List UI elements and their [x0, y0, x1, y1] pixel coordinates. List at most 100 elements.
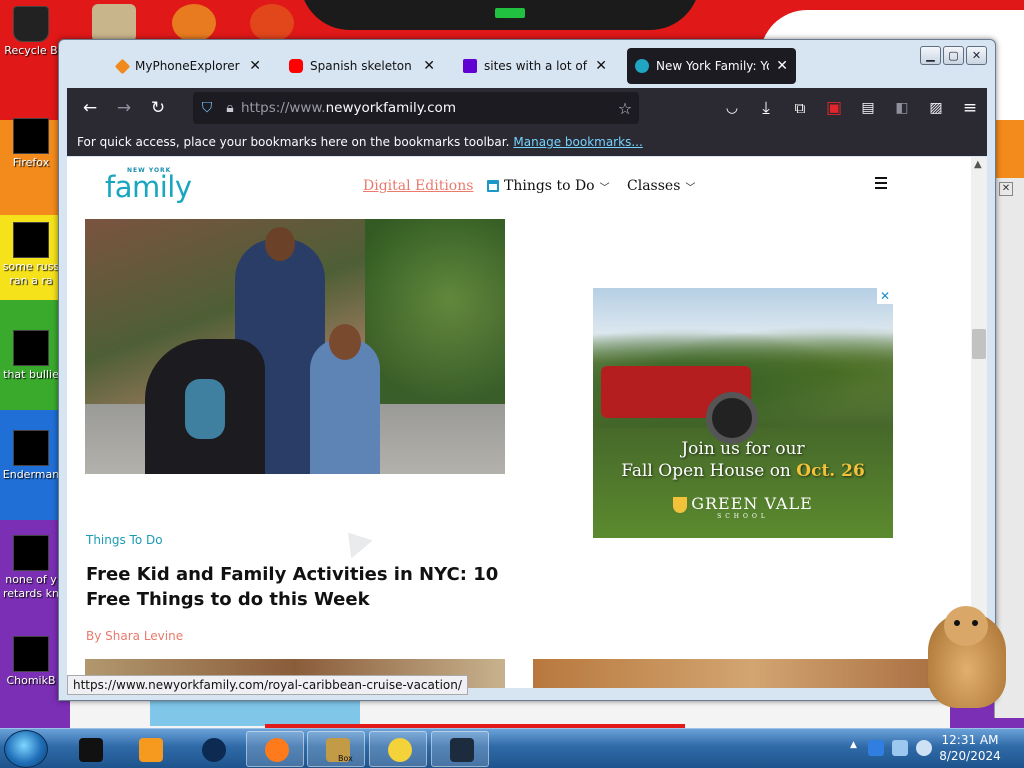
- desktop-icon-label: none of y retards kn: [3, 573, 59, 600]
- close-icon[interactable]: ✕: [423, 58, 435, 74]
- taskbar-item-firefox[interactable]: [246, 731, 304, 767]
- desktop-icon-recycle-bin[interactable]: Recycle B: [2, 6, 60, 58]
- taskbar-item-chomikbox[interactable]: Box: [307, 731, 365, 767]
- myphoneexplorer-favicon-icon: [114, 58, 131, 74]
- article-title[interactable]: Free Kid and Family Activities in NYC: 1…: [86, 562, 506, 612]
- hamburger-menu-icon[interactable]: [875, 177, 887, 189]
- tab-new-york-family[interactable]: New York Family: You ✕: [627, 48, 796, 84]
- background-window-strip-blue: [150, 700, 360, 726]
- tab-spanish-skeleton[interactable]: Spanish skeleton argu ✕: [281, 48, 443, 84]
- tray-app-icon[interactable]: [868, 740, 884, 756]
- network-icon[interactable]: [892, 740, 908, 756]
- scroll-up-icon[interactable]: ▲: [974, 159, 982, 170]
- desktop-top-icon-3[interactable]: [250, 4, 294, 42]
- downloads-icon[interactable]: ⤓: [749, 91, 783, 125]
- taskbar-item-media[interactable]: [60, 731, 118, 767]
- extension-red-icon[interactable]: ▣: [817, 91, 851, 125]
- tab-sites-with-ads[interactable]: sites with a lot of ads ✕: [455, 48, 615, 84]
- tab-title: sites with a lot of ads: [484, 59, 588, 73]
- close-icon[interactable]: ✕: [595, 58, 607, 74]
- minimize-button[interactable]: ▁: [920, 46, 941, 65]
- logo-text: family: [105, 170, 192, 204]
- url-text[interactable]: https://www.newyorkfamily.com: [239, 100, 611, 116]
- desktop-icon-label: Recycle B: [4, 44, 58, 57]
- desktop-icon-file-6[interactable]: none of y retards kn: [2, 535, 60, 601]
- page-content: NEW YORK family Digital Editions Things …: [67, 157, 971, 688]
- tractor-image: [601, 366, 758, 444]
- hamster-face: [944, 606, 988, 646]
- bookmarks-toolbar: For quick access, place your bookmarks h…: [67, 128, 987, 156]
- yahoo-favicon-icon: [463, 59, 477, 73]
- extension-gray-icon[interactable]: ◧: [885, 91, 919, 125]
- advertisement-banner[interactable]: ✕ Join us for our Fall Open House on Oct…: [593, 288, 893, 538]
- nav-digital-editions[interactable]: Digital Editions: [363, 178, 473, 194]
- ad-close-icon[interactable]: ✕: [877, 288, 893, 304]
- browser-window: MyPhoneExplorer do ✕ Spanish skeleton ar…: [58, 39, 996, 701]
- manage-bookmarks-link[interactable]: Manage bookmarks...: [513, 135, 642, 149]
- extension-clapper-icon[interactable]: ▤: [851, 91, 885, 125]
- desktop-icon-file-4[interactable]: that bullie: [2, 330, 60, 382]
- url-domain: newyorkfamily.com: [325, 100, 456, 116]
- scrollbar-thumb[interactable]: [972, 329, 986, 359]
- taskbar-item-bee[interactable]: [369, 731, 427, 767]
- nav-classes[interactable]: Classes ﹀: [627, 178, 695, 194]
- close-icon[interactable]: ✕: [999, 182, 1013, 196]
- nav-things-to-do[interactable]: Things to Do ﹀: [487, 178, 610, 194]
- desktop-top-icon-2[interactable]: [172, 4, 216, 42]
- article-category-link[interactable]: Things To Do: [86, 533, 163, 547]
- back-button[interactable]: ←: [73, 91, 107, 125]
- reload-button[interactable]: ↻: [141, 91, 175, 125]
- tab-strip: MyPhoneExplorer do ✕ Spanish skeleton ar…: [59, 40, 995, 88]
- desktop-icon-enderman[interactable]: Enderman: [2, 430, 60, 482]
- bookmark-star-icon[interactable]: ☆: [611, 99, 639, 118]
- toolbar-right: ◡ ⤓ ⧉ ▣ ▤ ◧ ▨ ≡: [715, 91, 987, 125]
- ad-line-2-prefix: Fall Open House on: [621, 461, 791, 481]
- url-bar[interactable]: ⛉ 🔒︎ https://www.newyorkfamily.com ☆: [193, 92, 639, 124]
- desktop-icon-file-3[interactable]: some russ ran a ra: [2, 222, 60, 288]
- maximize-button[interactable]: ▢: [943, 46, 964, 65]
- taskbar-item-globe[interactable]: [183, 731, 241, 767]
- media-player-icon: [139, 738, 163, 762]
- system-tray: ▲ 12:31 AM 8/20/2024: [850, 729, 1024, 768]
- shield-icon[interactable]: ⛉: [193, 100, 221, 116]
- desktop-icon-label: Firefox: [12, 156, 50, 169]
- clock-date: 8/20/2024: [939, 749, 1001, 763]
- close-icon[interactable]: ✕: [249, 58, 261, 74]
- desktop-icon-firefox[interactable]: Firefox: [2, 118, 60, 170]
- menu-icon[interactable]: ≡: [953, 91, 987, 125]
- desktop-top-icon-1[interactable]: [92, 4, 136, 42]
- start-button[interactable]: [4, 730, 48, 768]
- close-window-button[interactable]: ✕: [966, 46, 987, 65]
- shield-icon: [673, 496, 688, 513]
- newyorkfamily-favicon-icon: [635, 59, 649, 73]
- article-hero-image[interactable]: [85, 219, 505, 474]
- extension-box-icon[interactable]: ▨: [919, 91, 953, 125]
- globe-icon: [202, 738, 226, 762]
- firefox-icon: [13, 118, 49, 154]
- forward-button[interactable]: →: [107, 91, 141, 125]
- monitor-icon: [450, 738, 474, 762]
- article-byline[interactable]: By Shara Levine: [86, 629, 183, 643]
- desktop-icon-chomikbox[interactable]: ChomikB: [2, 636, 60, 688]
- taskbar-item-player[interactable]: [120, 731, 178, 767]
- tab-myphoneexplorer[interactable]: MyPhoneExplorer do ✕: [109, 48, 269, 84]
- lock-icon[interactable]: 🔒︎: [221, 100, 239, 116]
- article-thumbnail[interactable]: [533, 659, 971, 688]
- site-logo[interactable]: NEW YORK family: [105, 167, 205, 207]
- url-prefix: https://www.: [241, 100, 326, 116]
- ad-brand-sub: SCHOOL: [717, 513, 769, 520]
- taskbar-clock[interactable]: 12:31 AM 8/20/2024: [920, 732, 1020, 764]
- youtube-favicon-icon: [289, 59, 303, 73]
- bookmarks-hint: For quick access, place your bookmarks h…: [77, 135, 510, 149]
- close-icon[interactable]: ✕: [776, 58, 788, 74]
- site-header: NEW YORK family Digital Editions Things …: [67, 157, 971, 217]
- taskbar-item-monitor[interactable]: [431, 731, 489, 767]
- navigation-toolbar: ← → ↻ ⛉ 🔒︎ https://www.newyorkfamily.com…: [67, 88, 987, 128]
- show-hidden-icons-icon[interactable]: ▲: [850, 740, 866, 756]
- pocket-icon[interactable]: ◡: [715, 91, 749, 125]
- tab-title: New York Family: You: [656, 59, 770, 73]
- bee-icon: [388, 738, 412, 762]
- file-icon: [13, 222, 49, 258]
- nav-classes-label: Classes: [627, 178, 681, 194]
- extensions-icon[interactable]: ⧉: [783, 91, 817, 125]
